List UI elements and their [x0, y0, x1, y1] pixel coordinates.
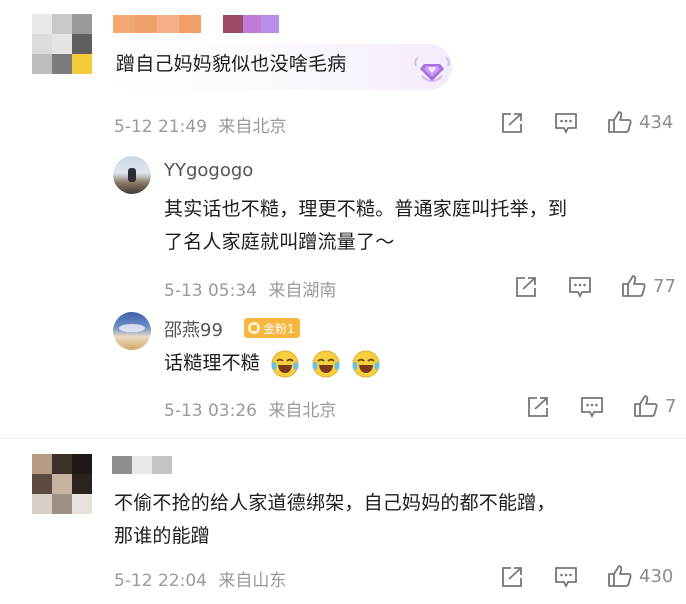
share-icon: [516, 277, 536, 297]
reply-meta: 5-13 03:26 来自北京: [164, 396, 336, 421]
divider: [0, 438, 686, 439]
fan-badge-label: 金粉1: [263, 321, 295, 336]
like-button[interactable]: 77: [621, 274, 676, 298]
comment-icon: [555, 567, 577, 588]
comment-time: 5-12 22:04: [114, 571, 207, 591]
reply-button[interactable]: [568, 276, 592, 298]
share-button[interactable]: [500, 566, 524, 588]
reply-text: 话糙理不糙: [164, 348, 381, 379]
username-pixelated[interactable]: [113, 15, 279, 33]
comment-icon: [569, 277, 591, 298]
share-button[interactable]: [500, 112, 524, 134]
comment-icon: [555, 113, 577, 134]
thumbs-up-icon: [608, 111, 632, 133]
comment-meta: 5-12 22:04 来自山东: [114, 566, 286, 591]
reply-username[interactable]: YYgogogo: [164, 160, 253, 181]
reply-text-content: 话糙理不糙: [164, 352, 261, 374]
share-icon: [502, 567, 522, 587]
like-button[interactable]: 434: [607, 110, 673, 134]
comment-text: 蹭自己妈妈貌似也没啥毛病: [116, 53, 347, 75]
comment-time: 5-12 21:49: [114, 117, 207, 137]
share-button[interactable]: [514, 276, 538, 298]
comment-location: 来自山东: [218, 571, 287, 591]
reply-location: 来自北京: [268, 401, 337, 421]
comment-icon: [581, 397, 603, 418]
reply-button[interactable]: [554, 566, 578, 588]
reply-meta: 5-13 05:34 来自湖南: [164, 276, 336, 301]
like-button[interactable]: 7: [633, 394, 676, 418]
share-icon: [502, 113, 522, 133]
reply-text-line-2: 了名人家庭就叫蹭流量了～: [164, 231, 395, 253]
avatar[interactable]: [32, 14, 92, 74]
avatar[interactable]: [113, 156, 151, 194]
thumbs-up-icon: [622, 275, 646, 297]
avatar[interactable]: [32, 454, 92, 514]
diamond-badge-icon: [412, 54, 452, 92]
reply-time: 5-13 03:26: [164, 401, 257, 421]
like-count: 434: [639, 111, 674, 133]
share-icon: [528, 397, 548, 417]
share-button[interactable]: [526, 396, 550, 418]
comment-location: 来自北京: [218, 117, 287, 137]
reply-button[interactable]: [554, 112, 578, 134]
fan-badge[interactable]: 金粉1: [244, 318, 300, 338]
reply-location: 来自湖南: [268, 281, 337, 301]
thumbs-up-icon: [634, 395, 658, 417]
laughing-emoji-icon: [271, 350, 299, 377]
crown-icon: [248, 322, 260, 334]
like-count: 7: [665, 395, 677, 417]
like-count: 77: [653, 275, 676, 297]
avatar[interactable]: [113, 312, 151, 350]
comment-text-line-2: 那谁的能蹭: [114, 525, 211, 547]
like-button[interactable]: 430: [607, 564, 673, 588]
laughing-emoji-icon: [352, 350, 380, 377]
reply-time: 5-13 05:34: [164, 281, 257, 301]
comment-text-line-1: 不偷不抢的给人家道德绑架，自己妈妈的都不能蹭，: [114, 492, 556, 514]
laughing-emoji-icon: [312, 350, 340, 377]
thumbs-up-icon: [608, 565, 632, 587]
reply-username[interactable]: 邵燕99: [164, 316, 223, 342]
reply-text-line-1: 其实话也不糙，理更不糙。普通家庭叫托举，到: [164, 198, 568, 220]
reply-button[interactable]: [580, 396, 604, 418]
like-count: 430: [639, 565, 674, 587]
username-pixelated[interactable]: [112, 456, 172, 474]
comment-meta: 5-12 21:49 来自北京: [114, 112, 286, 137]
